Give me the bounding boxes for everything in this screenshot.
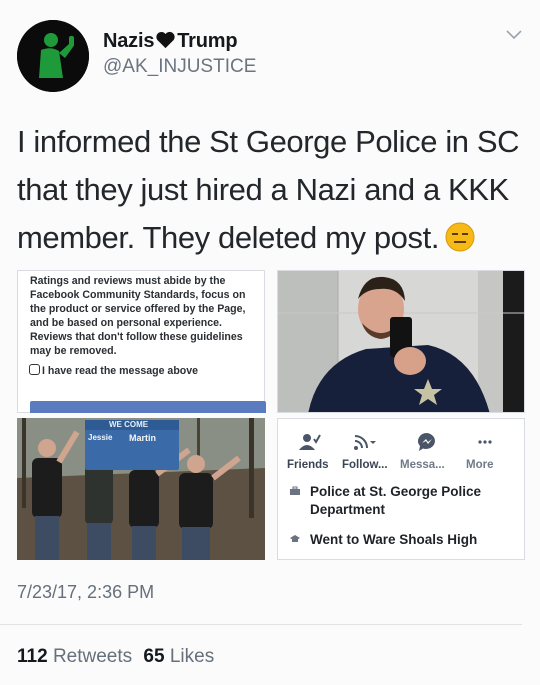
retweets-count: 112 xyxy=(17,646,48,667)
selfie-photo xyxy=(277,270,525,413)
graduation-cap-icon xyxy=(290,535,300,542)
retweets-label: Retweets xyxy=(52,646,133,667)
avatar-thumbs-up-icon xyxy=(17,20,89,92)
selfie-image xyxy=(278,271,524,412)
follow-rss-icon xyxy=(354,435,376,450)
tweet-text: I informed the St George Police in SC th… xyxy=(17,118,527,262)
user-handle[interactable]: @AK_INJUSTICE xyxy=(103,56,256,78)
submit-bar xyxy=(30,401,266,413)
group-salute-photo: WE COME Jessie Martin xyxy=(17,418,265,560)
rules-text: Ratings and reviews must abide by the Fa… xyxy=(30,275,246,358)
facebook-profile-card: Friends Follow... Messa... More Police a… xyxy=(277,418,525,560)
rules-checkbox: I have read the message above xyxy=(29,364,198,377)
likes-stat[interactable]: 65 Likes xyxy=(143,646,214,667)
avatar[interactable] xyxy=(17,20,89,92)
likes-label: Likes xyxy=(169,646,215,667)
work-info: Police at St. George Police Department xyxy=(290,483,515,519)
friends-icon xyxy=(299,434,321,450)
screenshot-review-rules: Ratings and reviews must abide by the Fa… xyxy=(17,270,266,413)
more-label: More xyxy=(466,459,494,471)
engagement-stats: 112 Retweets 65 Likes xyxy=(17,646,214,668)
message-label: Messa... xyxy=(400,459,445,471)
rules-checkbox-label: I have read the message above xyxy=(42,365,199,377)
more-dots-icon xyxy=(478,440,492,444)
sign-name-1: Jessie xyxy=(88,433,113,442)
retweets-stat[interactable]: 112 Retweets xyxy=(17,646,132,667)
follow-label: Follow... xyxy=(342,459,388,471)
briefcase-icon xyxy=(290,486,300,495)
chevron-down-icon[interactable] xyxy=(506,30,522,40)
likes-count: 65 xyxy=(143,646,165,667)
display-name-right: Trump xyxy=(177,30,238,52)
display-name[interactable]: Nazis Trump xyxy=(103,30,238,53)
sign-title: WE COME xyxy=(109,420,149,429)
tweet-body: I informed the St George Police in SC th… xyxy=(17,124,520,255)
friends-label: Friends xyxy=(287,459,329,471)
checkbox-icon xyxy=(29,364,40,375)
welcome-sign: WE COME Jessie Martin xyxy=(85,420,179,470)
education-text: Went to Ware Shoals High xyxy=(310,532,478,547)
education-info: Went to Ware Shoals High xyxy=(290,531,515,549)
divider xyxy=(0,624,522,625)
display-name-left: Nazis xyxy=(103,30,155,52)
messenger-icon xyxy=(418,433,435,451)
black-heart-icon xyxy=(156,31,175,49)
work-text: Police at St. George Police Department xyxy=(310,484,482,517)
expressionless-emoji-icon xyxy=(445,222,475,252)
sign-name-2: Martin xyxy=(129,433,156,443)
timestamp[interactable]: 7/23/17, 2:36 PM xyxy=(17,582,154,603)
